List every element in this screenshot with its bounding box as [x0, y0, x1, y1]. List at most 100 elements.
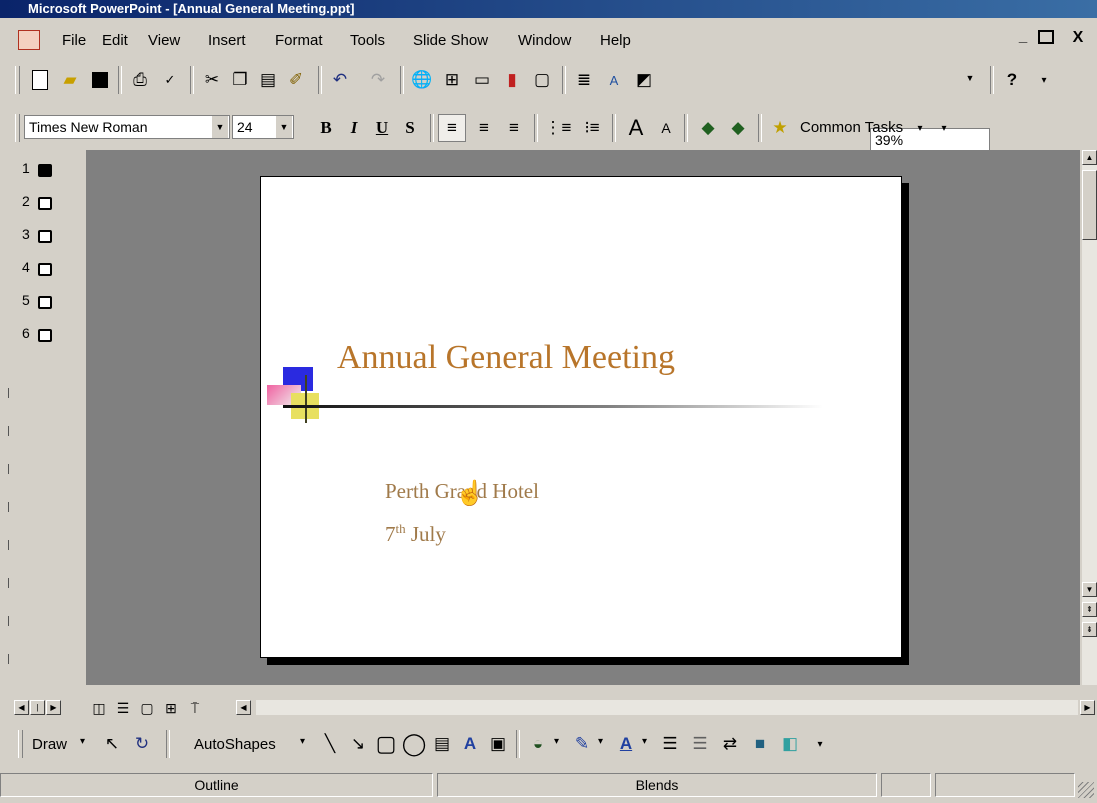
insert-chart-icon[interactable]: ▮: [498, 66, 526, 94]
line-style-icon[interactable]: ☰: [656, 730, 684, 758]
cut-icon[interactable]: ✂: [198, 66, 226, 94]
common-tasks-button[interactable]: Common Tasks: [800, 119, 903, 136]
previous-slide-icon[interactable]: ⇞: [1082, 602, 1097, 617]
text-box-icon[interactable]: ▤: [428, 730, 456, 758]
tables-borders-icon[interactable]: ▭: [468, 66, 496, 94]
redo-icon[interactable]: ↷: [364, 66, 392, 94]
menu-file[interactable]: File: [62, 32, 86, 49]
line-icon[interactable]: ╲: [316, 730, 344, 758]
demote-icon[interactable]: ◆: [724, 114, 752, 142]
wordart-icon[interactable]: A: [456, 730, 484, 758]
normal-view-icon[interactable]: ◫: [88, 697, 110, 719]
menu-window[interactable]: Window: [518, 32, 571, 49]
slide-icon[interactable]: [38, 197, 52, 210]
common-tasks-icon[interactable]: ★: [766, 114, 794, 142]
open-folder-icon[interactable]: ▰: [56, 66, 84, 94]
promote-icon[interactable]: ◆: [694, 114, 722, 142]
align-left-icon[interactable]: ≡: [438, 114, 466, 142]
menu-format[interactable]: Format: [275, 32, 323, 49]
resize-grip-icon[interactable]: [1078, 782, 1094, 798]
insert-clip-art-icon[interactable]: ▣: [484, 730, 512, 758]
format-painter-icon[interactable]: ✐: [282, 66, 310, 94]
underline-button[interactable]: U: [368, 114, 396, 142]
font-color-icon[interactable]: A: [612, 730, 640, 758]
increase-font-size-icon[interactable]: A: [622, 114, 650, 142]
slide-icon[interactable]: [38, 263, 52, 276]
undo-icon[interactable]: ↶: [326, 66, 354, 94]
font-name-dropdown-icon[interactable]: ▼: [212, 116, 228, 138]
bullets-icon[interactable]: ⁝≡: [578, 114, 606, 142]
menu-view[interactable]: View: [148, 32, 180, 49]
slide-subtitle-line2[interactable]: 7th July: [385, 521, 446, 547]
toolbar-options-icon[interactable]: ▾: [930, 114, 958, 142]
slide-title[interactable]: Annual General Meeting: [337, 339, 675, 377]
slide-show-icon[interactable]: ⍑: [184, 697, 206, 719]
font-name-input[interactable]: Times New Roman: [24, 115, 230, 139]
menu-help[interactable]: Help: [600, 32, 631, 49]
align-right-icon[interactable]: ≡: [500, 114, 528, 142]
menu-edit[interactable]: Edit: [102, 32, 128, 49]
toolbar-grip[interactable]: [15, 114, 20, 142]
restore-button[interactable]: [1038, 30, 1054, 44]
slide-icon[interactable]: [38, 296, 52, 309]
shadow-icon[interactable]: ■: [746, 730, 774, 758]
numbering-icon[interactable]: ⋮≡: [544, 114, 572, 142]
scroll-right-icon[interactable]: ▶: [46, 700, 61, 715]
scroll-right-icon[interactable]: ▶: [1080, 700, 1095, 715]
slide-sorter-icon[interactable]: ⊞: [160, 697, 182, 719]
new-icon[interactable]: [26, 66, 54, 94]
line-color-dropdown-icon[interactable]: ▾: [598, 736, 603, 747]
slide-icon[interactable]: [38, 329, 52, 342]
rectangle-icon[interactable]: ▢: [372, 730, 400, 758]
paste-icon[interactable]: ▤: [254, 66, 282, 94]
menu-slide-show[interactable]: Slide Show: [413, 32, 488, 49]
3d-icon[interactable]: ◧: [776, 730, 804, 758]
zoom-dropdown-icon[interactable]: ▼: [962, 67, 978, 89]
spelling-icon[interactable]: ✓: [156, 66, 184, 94]
scroll-up-icon[interactable]: ▲: [1082, 150, 1097, 165]
align-center-icon[interactable]: ≡: [470, 114, 498, 142]
fill-color-dropdown-icon[interactable]: ▾: [554, 736, 559, 747]
horizontal-scrollbar[interactable]: [256, 700, 1078, 715]
outline-view-icon[interactable]: ☰: [112, 697, 134, 719]
app-icon[interactable]: [18, 30, 40, 50]
toolbar-options-icon[interactable]: ▾: [806, 730, 834, 758]
decrease-font-size-icon[interactable]: A: [652, 114, 680, 142]
outline-pane[interactable]: 1 2 3 4 5 6: [0, 150, 82, 695]
insert-table-icon[interactable]: ⊞: [438, 66, 466, 94]
bold-button[interactable]: B: [312, 114, 340, 142]
print-icon[interactable]: ⎙: [126, 66, 154, 94]
select-objects-icon[interactable]: ↖: [98, 730, 126, 758]
fill-color-icon[interactable]: ◒: [524, 730, 552, 758]
minimize-button[interactable]: _: [1013, 28, 1033, 50]
italic-button[interactable]: I: [340, 114, 368, 142]
menu-tools[interactable]: Tools: [350, 32, 385, 49]
toolbar-grip[interactable]: [15, 66, 20, 94]
font-color-dropdown-icon[interactable]: ▾: [642, 736, 647, 747]
font-size-dropdown-icon[interactable]: ▼: [276, 116, 292, 138]
show-formatting-icon[interactable]: A: [600, 66, 628, 94]
draw-dropdown-icon[interactable]: ▾: [80, 736, 85, 747]
scroll-right-icon[interactable]: |: [30, 700, 45, 715]
hyperlink-icon[interactable]: 🌐: [408, 66, 436, 94]
scroll-thumb[interactable]: [1082, 170, 1097, 240]
draw-menu-button[interactable]: Draw: [32, 736, 67, 753]
scroll-down-icon[interactable]: ▼: [1082, 582, 1097, 597]
slide-icon[interactable]: [38, 230, 52, 243]
next-slide-icon[interactable]: ⇟: [1082, 622, 1097, 637]
line-color-icon[interactable]: ✎: [568, 730, 596, 758]
help-icon[interactable]: ?: [998, 66, 1026, 94]
arrow-style-icon[interactable]: ⇄: [716, 730, 744, 758]
grayscale-icon[interactable]: ◩: [630, 66, 658, 94]
vertical-scrollbar[interactable]: ▲ ▼ ⇞ ⇟: [1082, 150, 1097, 685]
scroll-left-icon[interactable]: ◀: [14, 700, 29, 715]
autoshapes-menu-button[interactable]: AutoShapes: [194, 736, 276, 753]
save-icon[interactable]: [86, 66, 114, 94]
slide-icon-selected[interactable]: [38, 164, 52, 177]
slide-view-icon[interactable]: ▢: [136, 697, 158, 719]
autoshapes-dropdown-icon[interactable]: ▾: [300, 736, 305, 747]
arrow-icon[interactable]: ↘: [344, 730, 372, 758]
expand-all-icon[interactable]: ≣: [570, 66, 598, 94]
dash-style-icon[interactable]: ☰: [686, 730, 714, 758]
close-button[interactable]: X: [1068, 29, 1088, 51]
